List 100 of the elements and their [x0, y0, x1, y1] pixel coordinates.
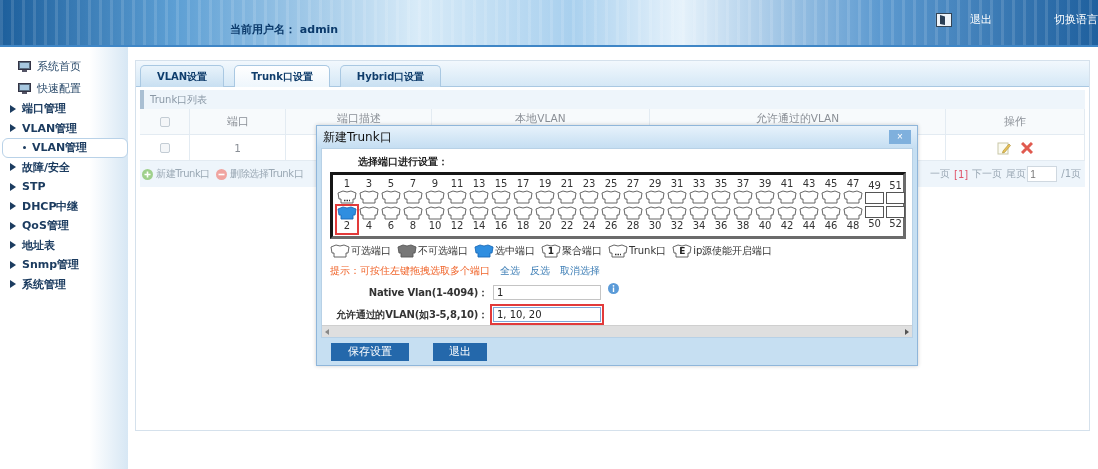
- port[interactable]: 6: [379, 203, 403, 236]
- port[interactable]: 46: [819, 203, 843, 236]
- checkbox[interactable]: [159, 142, 170, 153]
- sidebar-item[interactable]: DHCP中继: [0, 196, 128, 216]
- dialog-button[interactable]: 退出: [433, 342, 487, 361]
- port[interactable]: 28: [621, 203, 645, 236]
- port-number: 49: [868, 180, 881, 191]
- dialog-button[interactable]: 保存设置: [331, 342, 409, 361]
- port[interactable]: 8: [401, 203, 425, 236]
- port[interactable]: 50: [863, 203, 886, 236]
- port[interactable]: 21: [555, 176, 579, 206]
- port[interactable]: 22: [555, 203, 579, 236]
- scroll-left-arrow-icon[interactable]: [325, 328, 329, 335]
- tab[interactable]: VLAN设置: [140, 65, 225, 87]
- sidebar-item[interactable]: 故障/安全: [0, 157, 128, 177]
- port-number: 2: [343, 220, 351, 231]
- port-number: 40: [758, 220, 772, 231]
- port[interactable]: 47: [841, 176, 865, 206]
- tab[interactable]: Hybrid口设置: [339, 65, 442, 87]
- port[interactable]: 40: [753, 203, 777, 236]
- port[interactable]: 48: [841, 203, 865, 236]
- port[interactable]: 3: [357, 176, 381, 206]
- port[interactable]: 33: [687, 176, 711, 206]
- port[interactable]: 32: [665, 203, 689, 236]
- port-number: 50: [868, 218, 881, 229]
- header-link[interactable]: 退出: [970, 12, 992, 27]
- port[interactable]: 29: [643, 176, 667, 206]
- port[interactable]: 39: [753, 176, 777, 206]
- sidebar-subitem[interactable]: VLAN管理: [2, 138, 128, 158]
- port[interactable]: 12: [445, 203, 469, 236]
- expand-arrow-icon: [10, 124, 16, 133]
- sidebar-item[interactable]: 系统管理: [0, 274, 128, 294]
- port-number: 7: [409, 178, 417, 189]
- port[interactable]: 23: [577, 176, 601, 206]
- port[interactable]: 11: [445, 176, 469, 206]
- port-number: 13: [472, 178, 486, 189]
- delete-icon[interactable]: [1021, 141, 1033, 154]
- scroll-right-arrow-icon[interactable]: [905, 328, 909, 335]
- port[interactable]: 16: [489, 203, 513, 236]
- page-input[interactable]: 1: [1027, 166, 1058, 182]
- sidebar-item[interactable]: QoS管理: [0, 216, 128, 236]
- port[interactable]: 42: [775, 203, 799, 236]
- port[interactable]: 9: [423, 176, 447, 206]
- port[interactable]: 25: [599, 176, 623, 206]
- port-number: 41: [780, 178, 794, 189]
- port[interactable]: 30: [643, 203, 667, 236]
- port[interactable]: 44: [797, 203, 821, 236]
- exit-door-icon[interactable]: [936, 12, 952, 27]
- sidebar-item[interactable]: 系统首页: [0, 55, 128, 77]
- sidebar-item[interactable]: VLAN管理: [0, 118, 128, 138]
- port[interactable]: 26: [599, 203, 623, 236]
- port[interactable]: 24: [577, 203, 601, 236]
- sidebar-item[interactable]: 地址表: [0, 235, 128, 255]
- port[interactable]: 7: [401, 176, 425, 206]
- port[interactable]: 43: [797, 176, 821, 206]
- port[interactable]: 18: [511, 203, 535, 236]
- port-number: 21: [560, 178, 574, 189]
- sidebar-item[interactable]: Snmp管理: [0, 255, 128, 275]
- port[interactable]: 52: [884, 203, 907, 236]
- port-number: 45: [824, 178, 838, 189]
- port[interactable]: 17: [511, 176, 535, 206]
- port[interactable]: 37: [731, 176, 755, 206]
- port[interactable]: 31: [665, 176, 689, 206]
- port[interactable]: 45: [819, 176, 843, 206]
- column-header: 端口描述: [336, 112, 381, 126]
- edit-icon[interactable]: [997, 140, 1011, 155]
- port[interactable]: 41: [775, 176, 799, 206]
- port[interactable]: 49: [863, 176, 886, 206]
- port[interactable]: 10: [423, 203, 447, 236]
- checkbox[interactable]: [159, 116, 170, 127]
- tab[interactable]: Trunk口设置: [234, 65, 330, 87]
- expand-arrow-icon: [10, 182, 16, 191]
- port[interactable]: 36: [709, 203, 733, 236]
- info-icon[interactable]: [608, 283, 619, 295]
- port[interactable]: 15: [489, 176, 513, 206]
- selection-link[interactable]: 反选: [530, 264, 550, 279]
- port[interactable]: 2: [335, 203, 359, 236]
- port[interactable]: 34: [687, 203, 711, 236]
- input-field[interactable]: 1: [493, 285, 601, 301]
- port[interactable]: 1: [335, 176, 359, 206]
- port[interactable]: 38: [731, 203, 755, 236]
- port[interactable]: 19: [533, 176, 557, 206]
- port[interactable]: 14: [467, 203, 491, 236]
- port[interactable]: 5: [379, 176, 403, 206]
- port[interactable]: 13: [467, 176, 491, 206]
- port[interactable]: 51: [884, 176, 907, 206]
- horizontal-scrollbar[interactable]: [322, 325, 912, 337]
- sidebar-item[interactable]: STP: [0, 177, 128, 197]
- port[interactable]: 4: [357, 203, 381, 236]
- sidebar-item[interactable]: 端口管理: [0, 99, 128, 119]
- port[interactable]: 35: [709, 176, 733, 206]
- port-number: 16: [494, 220, 508, 231]
- port[interactable]: 20: [533, 203, 557, 236]
- sidebar-item[interactable]: 快速配置: [0, 77, 128, 99]
- selection-link[interactable]: 全选: [500, 264, 520, 279]
- input-field[interactable]: 1, 10, 20: [493, 307, 601, 323]
- selection-link[interactable]: 取消选择: [560, 264, 600, 279]
- port[interactable]: 27: [621, 176, 645, 206]
- header-link[interactable]: 切换语言: [1054, 12, 1098, 27]
- port-number: 10: [428, 220, 442, 231]
